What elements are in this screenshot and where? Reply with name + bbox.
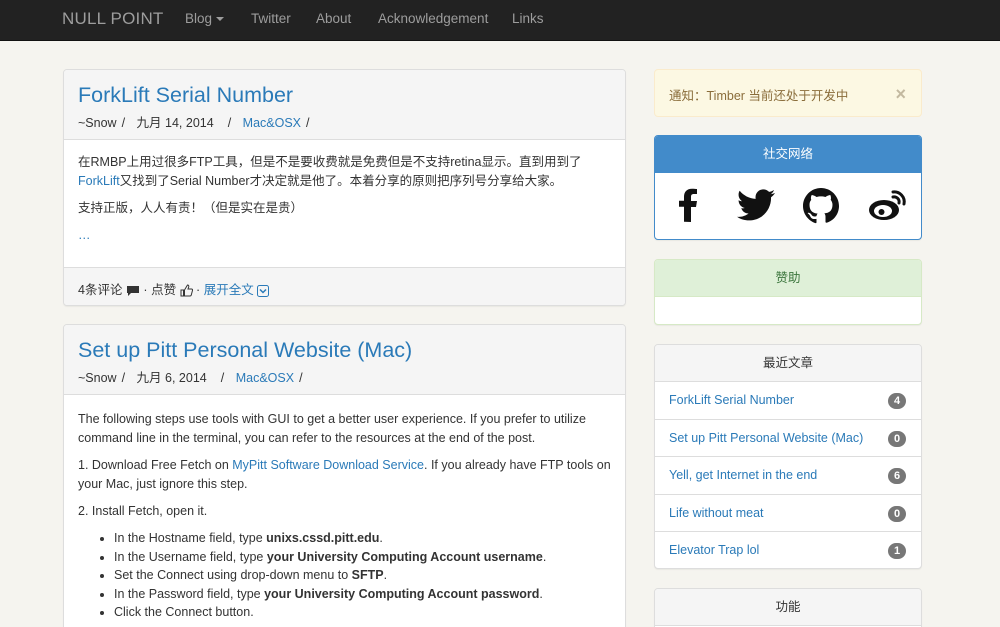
- expand-label: 展开全文: [203, 283, 254, 297]
- comment-count-badge: 1: [888, 543, 906, 559]
- text-span: 1. Download Free Fetch on: [78, 458, 233, 472]
- recent-posts-panel: 最近文章 ForkLift Serial Number 4 Set up Pitt…: [654, 344, 922, 569]
- post-date: 九月 14, 2014: [136, 116, 214, 130]
- bold-text: your University Computing Account userna…: [266, 549, 543, 564]
- nav-about[interactable]: About: [316, 11, 351, 26]
- comments-link[interactable]: 4条评论: [78, 283, 140, 297]
- nav-links[interactable]: Links: [512, 11, 544, 26]
- text-span: Set the Connect using drop-down menu to: [114, 568, 352, 582]
- recent-post-link[interactable]: ForkLift Serial Number: [669, 393, 794, 407]
- expand-full-text-link[interactable]: 展开全文: [204, 283, 270, 297]
- list-item: Set the Connect using drop-down menu to …: [114, 566, 611, 585]
- close-icon[interactable]: ×: [895, 84, 906, 105]
- text-span: .: [542, 549, 547, 564]
- list-item: In the Hostname field, type unixs.cssd.p…: [114, 529, 611, 548]
- twitter-icon[interactable]: [737, 188, 775, 225]
- post-category[interactable]: Mac&OSX: [243, 116, 301, 130]
- text-span: In the Hostname field, type: [114, 531, 267, 545]
- social-panel: 社交网络: [654, 135, 922, 240]
- post-card-forklift: ForkLift Serial Number ~Snow / 九月 14, 201…: [63, 69, 626, 306]
- recent-post-link[interactable]: Elevator Trap lol: [669, 543, 759, 557]
- comment-count-badge: 0: [888, 505, 906, 522]
- github-icon[interactable]: [803, 188, 839, 227]
- text-span: In the Password field, type: [114, 586, 265, 601]
- sponsor-panel: 赞助: [654, 259, 922, 325]
- expand-down-icon: [257, 284, 270, 297]
- post-step-1: 1. Download Free Fetch on MyPitt Softwar…: [78, 456, 611, 494]
- post-body: The following steps use tools with GUI t…: [64, 395, 625, 627]
- recent-post-item[interactable]: Yell, get Internet in the end 6: [655, 457, 921, 495]
- nav-blog-label: Blog: [185, 11, 213, 26]
- recent-post-item[interactable]: Life without meat 0: [655, 495, 921, 532]
- post-author: ~Snow: [78, 116, 117, 130]
- post-title[interactable]: ForkLift Serial Number: [78, 83, 293, 107]
- weibo-icon[interactable]: [867, 188, 907, 225]
- functions-panel-title: 功能: [655, 589, 921, 626]
- nav-blog[interactable]: Blog: [185, 11, 225, 26]
- like-button[interactable]: 点赞: [151, 283, 193, 297]
- comment-count-badge: 0: [888, 430, 906, 447]
- list-item: In the Username field, type your Univers…: [114, 548, 611, 567]
- post-footer: 4条评论 · 点赞 · 展开全文: [64, 267, 625, 305]
- facebook-icon[interactable]: [677, 188, 699, 225]
- thumbs-up-icon: [180, 284, 193, 297]
- post-date: 九月 6, 2014: [136, 371, 207, 385]
- nav-twitter[interactable]: Twitter: [251, 11, 291, 26]
- social-icons-row: [655, 188, 921, 232]
- forklift-link[interactable]: ForkLift: [78, 174, 120, 188]
- post-title[interactable]: Set up Pitt Personal Website (Mac): [78, 338, 412, 362]
- bold-text: SFTP: [351, 568, 384, 582]
- notice-text: 通知：Timber 当前还处于开发中: [669, 89, 849, 103]
- recent-post-item[interactable]: ForkLift Serial Number 4: [655, 382, 921, 420]
- dev-notice-alert: 通知：Timber 当前还处于开发中 ×: [654, 69, 922, 117]
- recent-post-item[interactable]: Set up Pitt Personal Website (Mac) 0: [655, 420, 921, 457]
- text-span: In the Username field, type: [114, 549, 267, 564]
- top-navbar: NULL POINT Blog Twitter About Acknowledg…: [0, 0, 1000, 41]
- post-card-pitt-website: Set up Pitt Personal Website (Mac) ~Snow…: [63, 324, 626, 627]
- comment-count-badge: 6: [888, 468, 906, 484]
- bold-text: unixs.cssd.pitt.edu: [266, 531, 380, 545]
- recent-posts-title: 最近文章: [655, 345, 921, 382]
- post-category[interactable]: Mac&OSX: [236, 371, 294, 385]
- recent-post-link[interactable]: Life without meat: [669, 506, 764, 520]
- text-span: .: [379, 531, 383, 545]
- comment-icon: [126, 285, 139, 296]
- text-span: .: [383, 568, 388, 582]
- social-panel-title: 社交网络: [655, 136, 921, 173]
- comment-count-badge: 4: [888, 393, 906, 409]
- recent-post-item[interactable]: Elevator Trap lol 1: [655, 532, 921, 568]
- list-item: Click the Connect button.: [114, 603, 611, 622]
- text-span: 在RMBP上用过很多FTP工具，但是不是要收费就是免费但是不支持retina显示…: [78, 155, 582, 169]
- functions-panel: 功能: [654, 588, 922, 627]
- brand-logo[interactable]: NULL POINT: [62, 9, 164, 29]
- read-more-ellipsis[interactable]: …: [78, 228, 91, 242]
- recent-post-link[interactable]: Yell, get Internet in the end: [669, 468, 817, 482]
- post-meta: ~Snow / 九月 6, 2014/ Mac&OSX /: [78, 371, 303, 385]
- text-span: Click the Connect button.: [114, 605, 254, 619]
- post-paragraph: The following steps use tools with GUI t…: [78, 412, 586, 445]
- post-step-2: 2. Install Fetch, open it.: [78, 504, 208, 518]
- sponsor-panel-title: 赞助: [655, 260, 921, 297]
- text-span: 又找到了Serial Number才决定就是他了。本着分享的原则把序列号分享给大…: [119, 174, 563, 188]
- post-author: ~Snow: [78, 371, 117, 385]
- list-item: In the Password field, type your Univers…: [114, 585, 611, 604]
- bold-text: your University Computing Account passwo…: [264, 586, 540, 601]
- instruction-list: In the Hostname field, type unixs.cssd.p…: [78, 529, 611, 622]
- like-label: 点赞: [151, 283, 177, 297]
- post-header: ForkLift Serial Number ~Snow / 九月 14, 201…: [64, 70, 625, 140]
- comments-count: 4条评论: [78, 283, 123, 297]
- post-meta: ~Snow / 九月 14, 2014/ Mac&OSX /: [78, 116, 310, 130]
- post-body: 在RMBP上用过很多FTP工具，但是不是要收费就是免费但是不支持retina显示…: [64, 140, 625, 266]
- caret-down-icon: [216, 17, 225, 22]
- nav-acknowledgement[interactable]: Acknowledgement: [378, 11, 488, 26]
- post-paragraph: 支持正版，人人有责！（但是实在是贵）: [78, 201, 304, 215]
- post-header: Set up Pitt Personal Website (Mac) ~Snow…: [64, 325, 625, 395]
- recent-post-link[interactable]: Set up Pitt Personal Website (Mac): [669, 431, 863, 445]
- text-span: .: [539, 586, 543, 601]
- post-paragraph: 在RMBP上用过很多FTP工具，但是不是要收费就是免费但是不支持retina显示…: [78, 153, 611, 191]
- mypitt-download-link[interactable]: MyPitt Software Download Service: [232, 458, 424, 472]
